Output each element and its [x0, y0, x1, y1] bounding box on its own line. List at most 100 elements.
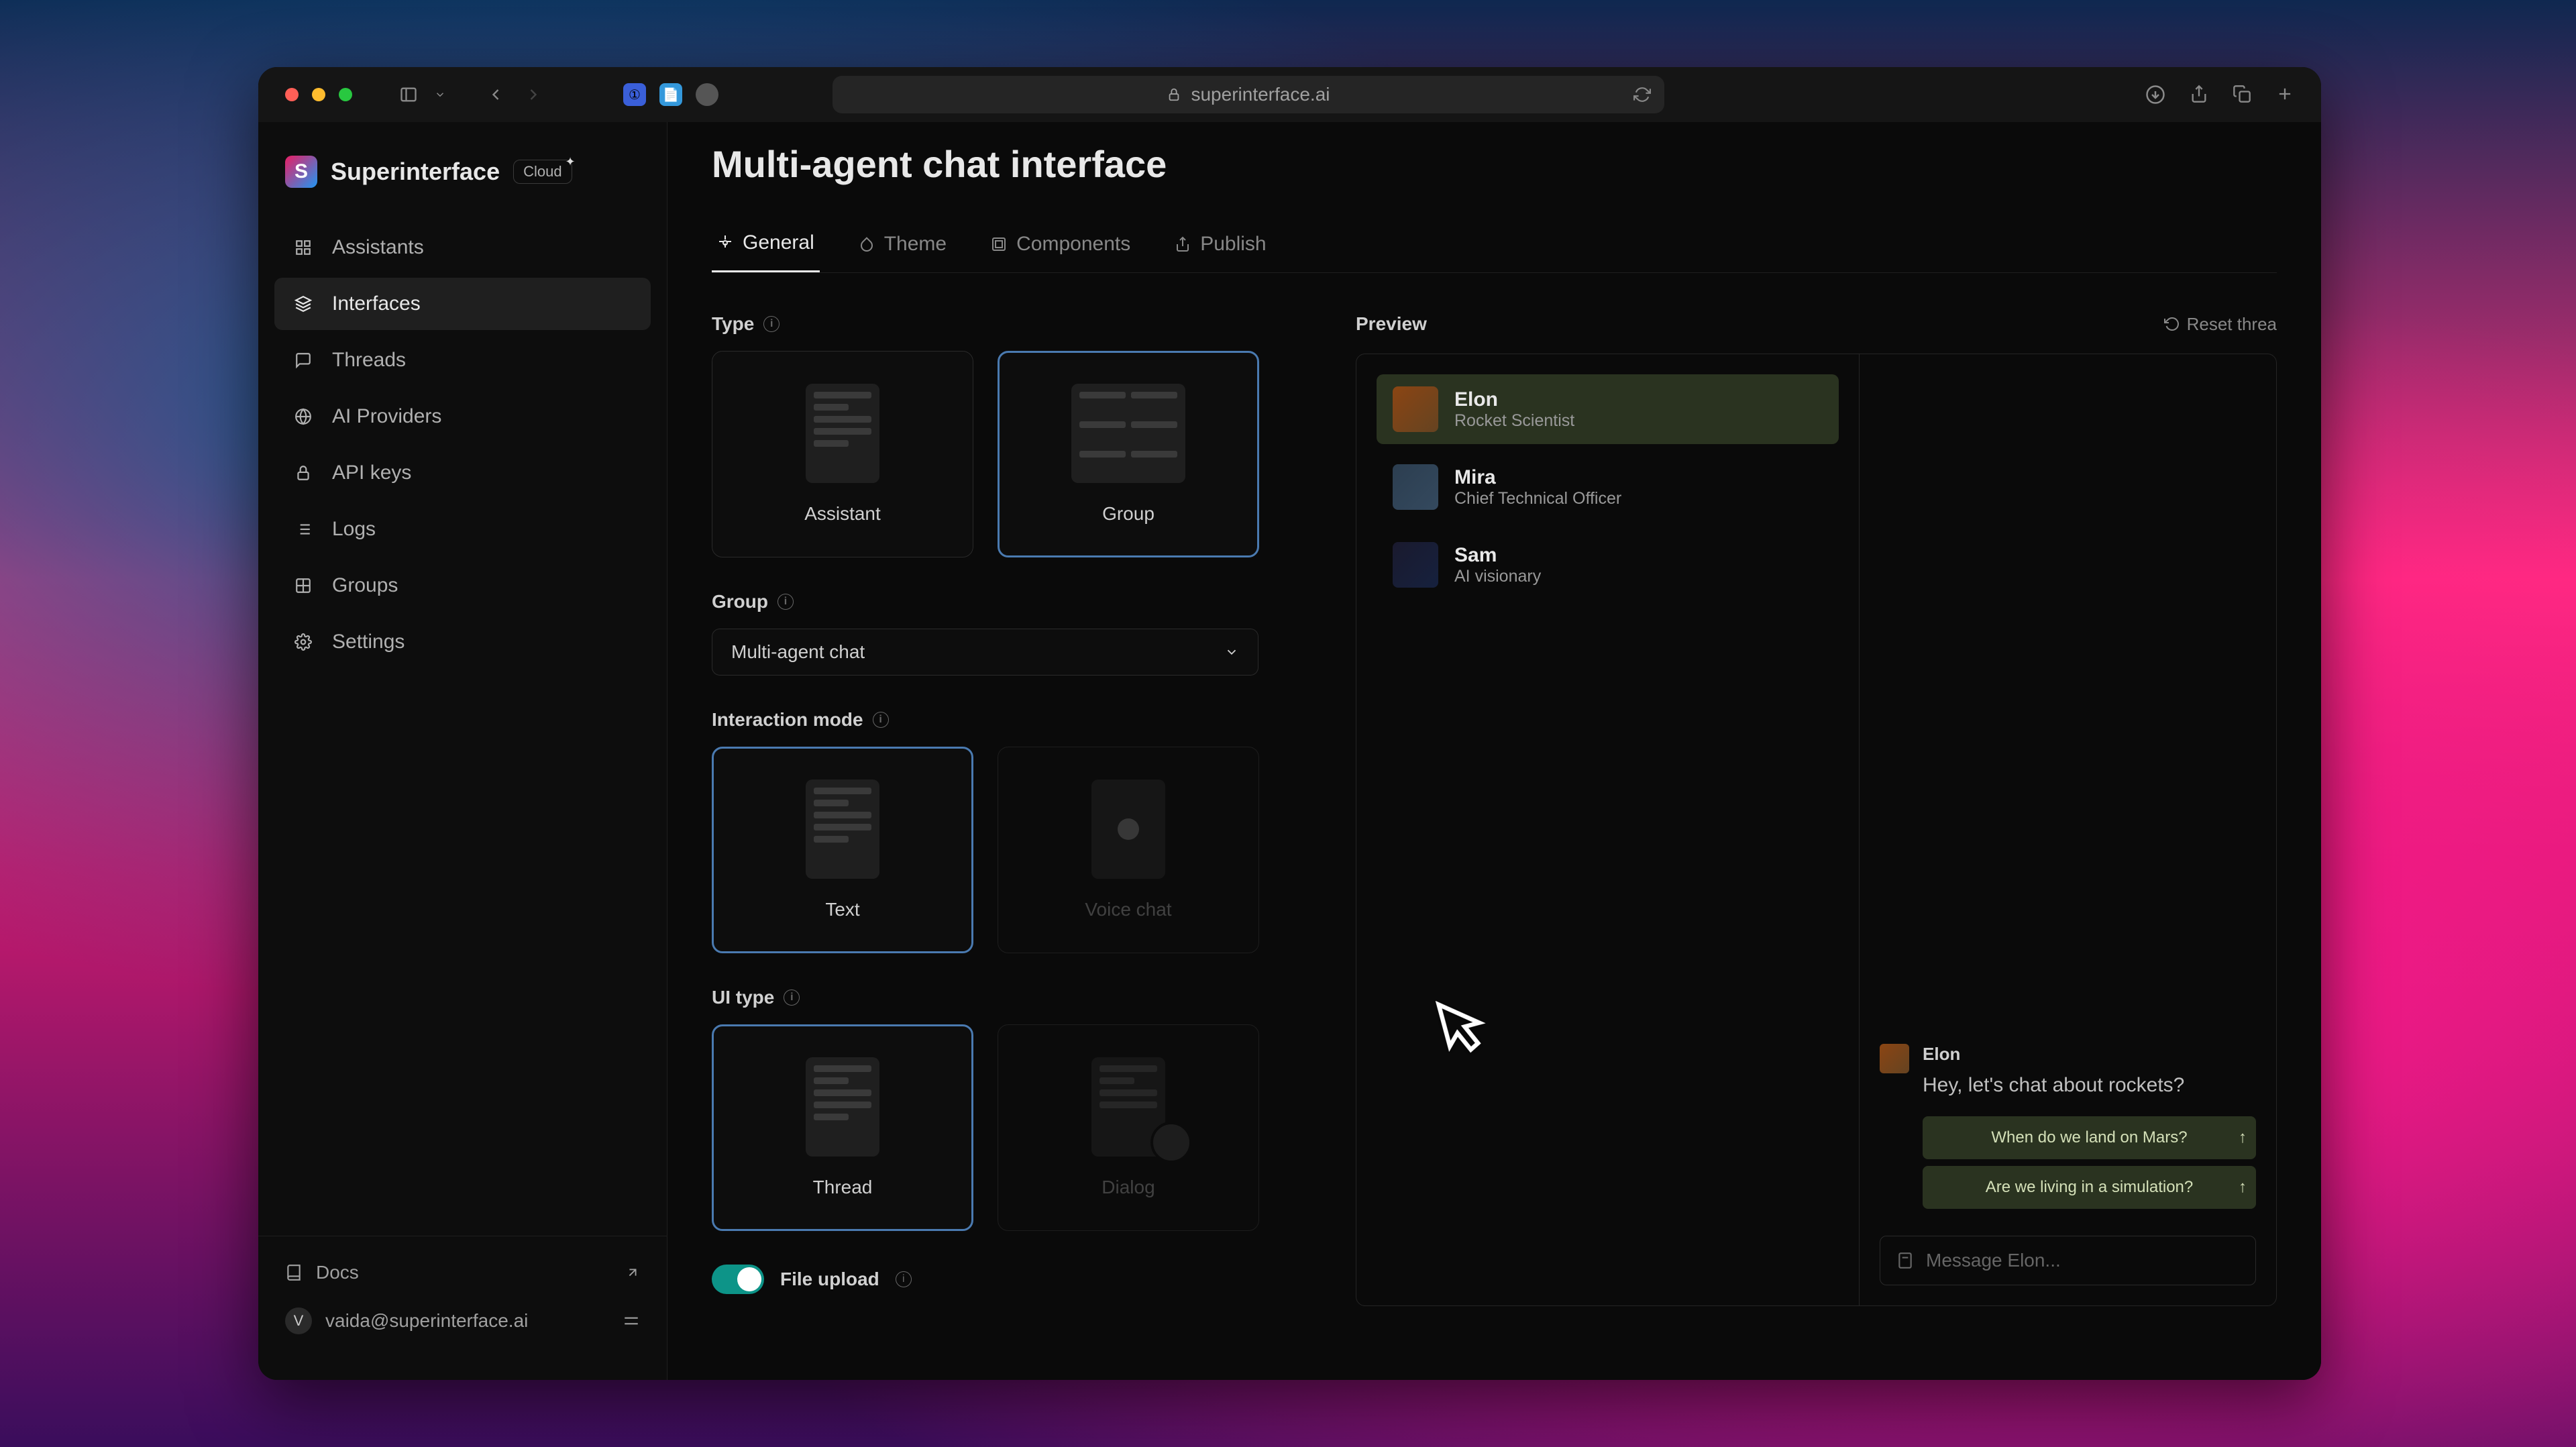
sidebar-item-label: Logs [332, 518, 376, 541]
suggestion-chip[interactable]: When do we land on Mars? ↑ [1923, 1116, 2256, 1159]
user-menu[interactable]: V vaida@superinterface.ai [285, 1295, 640, 1346]
copy-icon[interactable] [2233, 85, 2251, 103]
info-icon[interactable]: i [896, 1271, 912, 1287]
address-bar[interactable]: superinterface.ai [833, 76, 1664, 113]
docs-link[interactable]: Docs [285, 1250, 640, 1295]
brand-name: Superinterface [331, 158, 500, 186]
agent-list: Elon Rocket Scientist Mira Chief Technic… [1356, 354, 1860, 1305]
agent-title: Chief Technical Officer [1454, 489, 1621, 508]
cloud-badge: Cloud [513, 160, 572, 184]
docs-label: Docs [316, 1262, 359, 1283]
tab-label: Theme [884, 233, 947, 256]
agent-item-sam[interactable]: Sam AI visionary [1377, 530, 1839, 600]
sidebar-item-assistants[interactable]: Assistants [274, 221, 651, 274]
extension-icon-1[interactable]: ① [623, 83, 646, 106]
info-icon[interactable]: i [763, 316, 780, 332]
maximize-window-button[interactable] [339, 88, 352, 101]
extension-icon-3[interactable] [696, 83, 718, 106]
preview-panel: Elon Rocket Scientist Mira Chief Technic… [1356, 354, 2277, 1306]
tab-components[interactable]: Components [985, 219, 1136, 272]
reset-thread-button[interactable]: Reset threa [2164, 314, 2277, 335]
ui-type-option-thread[interactable]: Thread [712, 1024, 973, 1231]
book-icon [285, 1264, 303, 1281]
tab-label: Publish [1200, 233, 1266, 256]
card-label: Voice chat [1085, 899, 1171, 920]
interaction-option-text[interactable]: Text [712, 747, 973, 953]
suggestion-list: When do we land on Mars? ↑ Are we living… [1923, 1116, 2256, 1216]
attach-icon[interactable] [1896, 1252, 1914, 1269]
tab-theme[interactable]: Theme [853, 219, 952, 272]
gear-icon [293, 632, 313, 652]
sidebar-item-groups[interactable]: Groups [274, 559, 651, 612]
suggestion-chip[interactable]: Are we living in a simulation? ↑ [1923, 1166, 2256, 1209]
tab-publish[interactable]: Publish [1169, 219, 1271, 272]
card-label: Thread [813, 1177, 873, 1198]
nav-list: Assistants Interfaces Threads AI Provide… [258, 221, 667, 1236]
agent-item-mira[interactable]: Mira Chief Technical Officer [1377, 452, 1839, 522]
info-icon[interactable]: i [777, 594, 794, 610]
info-icon[interactable]: i [784, 989, 800, 1006]
msg-text: Hey, let's chat about rockets? [1923, 1070, 2256, 1100]
sidebar-item-logs[interactable]: Logs [274, 503, 651, 555]
extension-icon-2[interactable]: 📄 [659, 83, 682, 106]
avatar [1393, 542, 1438, 588]
download-icon[interactable] [2145, 85, 2165, 105]
sidebar-toggle-icon[interactable] [399, 85, 418, 104]
type-label: Type i [712, 313, 1262, 335]
avatar [1393, 464, 1438, 510]
apps-icon [293, 237, 313, 258]
sidebar-item-label: AI Providers [332, 405, 441, 428]
page-title: Multi-agent chat interface [712, 142, 2277, 186]
tabs: General Theme Components Publish [712, 219, 2277, 273]
close-window-button[interactable] [285, 88, 299, 101]
agent-title: AI visionary [1454, 567, 1541, 586]
browser-chrome: ① 📄 superinterface.ai [258, 67, 2321, 122]
ui-type-option-dialog[interactable]: Dialog [998, 1024, 1259, 1231]
main-area: Multi-agent chat interface General Theme… [667, 122, 2321, 1380]
sidebar-item-ai-providers[interactable]: AI Providers [274, 390, 651, 443]
external-link-icon [625, 1265, 640, 1280]
user-email: vaida@superinterface.ai [325, 1310, 528, 1332]
minimize-window-button[interactable] [312, 88, 325, 101]
sidebar-item-api-keys[interactable]: API keys [274, 447, 651, 499]
reload-icon[interactable] [1633, 86, 1651, 103]
sidebar: S Superinterface Cloud Assistants Interf… [258, 122, 667, 1380]
forward-button[interactable] [524, 85, 543, 104]
sidebar-item-interfaces[interactable]: Interfaces [274, 278, 651, 330]
type-option-assistant[interactable]: Assistant [712, 351, 973, 557]
chat-area: Elon Hey, let's chat about rockets? When… [1860, 354, 2276, 1305]
back-button[interactable] [486, 85, 505, 104]
arrow-up-icon: ↑ [2239, 1128, 2247, 1147]
file-upload-toggle[interactable] [712, 1265, 764, 1294]
chat-messages: Elon Hey, let's chat about rockets? When… [1880, 374, 2256, 1236]
globe-icon [293, 407, 313, 427]
preview-label: Preview [1356, 313, 1427, 335]
file-upload-row: File upload i [712, 1265, 1262, 1294]
share-icon[interactable] [2190, 85, 2208, 103]
msg-author: Elon [1923, 1044, 2256, 1065]
sidebar-item-threads[interactable]: Threads [274, 334, 651, 386]
sidebar-item-label: API keys [332, 462, 411, 484]
type-option-group[interactable]: Group [998, 351, 1259, 557]
plus-icon[interactable] [2275, 85, 2294, 103]
agent-item-elon[interactable]: Elon Rocket Scientist [1377, 374, 1839, 444]
lock-icon [1167, 87, 1181, 102]
brand-logo: S [285, 156, 317, 188]
avatar: V [285, 1307, 312, 1334]
upload-icon [1175, 236, 1191, 252]
browser-window: ① 📄 superinterface.ai S Superinterface C… [258, 67, 2321, 1380]
sidebar-toggle-group [399, 85, 446, 104]
grid-icon [293, 576, 313, 596]
sidebar-item-label: Settings [332, 631, 405, 653]
chevron-down-icon [1224, 645, 1239, 659]
tab-general[interactable]: General [712, 219, 820, 272]
info-icon[interactable]: i [873, 712, 889, 728]
sidebar-item-label: Interfaces [332, 292, 421, 315]
chat-input[interactable]: Message Elon... [1880, 1236, 2256, 1285]
window-controls [285, 88, 352, 101]
chevron-down-icon[interactable] [434, 89, 446, 101]
group-select[interactable]: Multi-agent chat [712, 629, 1258, 676]
sidebar-item-settings[interactable]: Settings [274, 616, 651, 668]
app-content: S Superinterface Cloud Assistants Interf… [258, 122, 2321, 1380]
interaction-option-voice[interactable]: Voice chat [998, 747, 1259, 953]
